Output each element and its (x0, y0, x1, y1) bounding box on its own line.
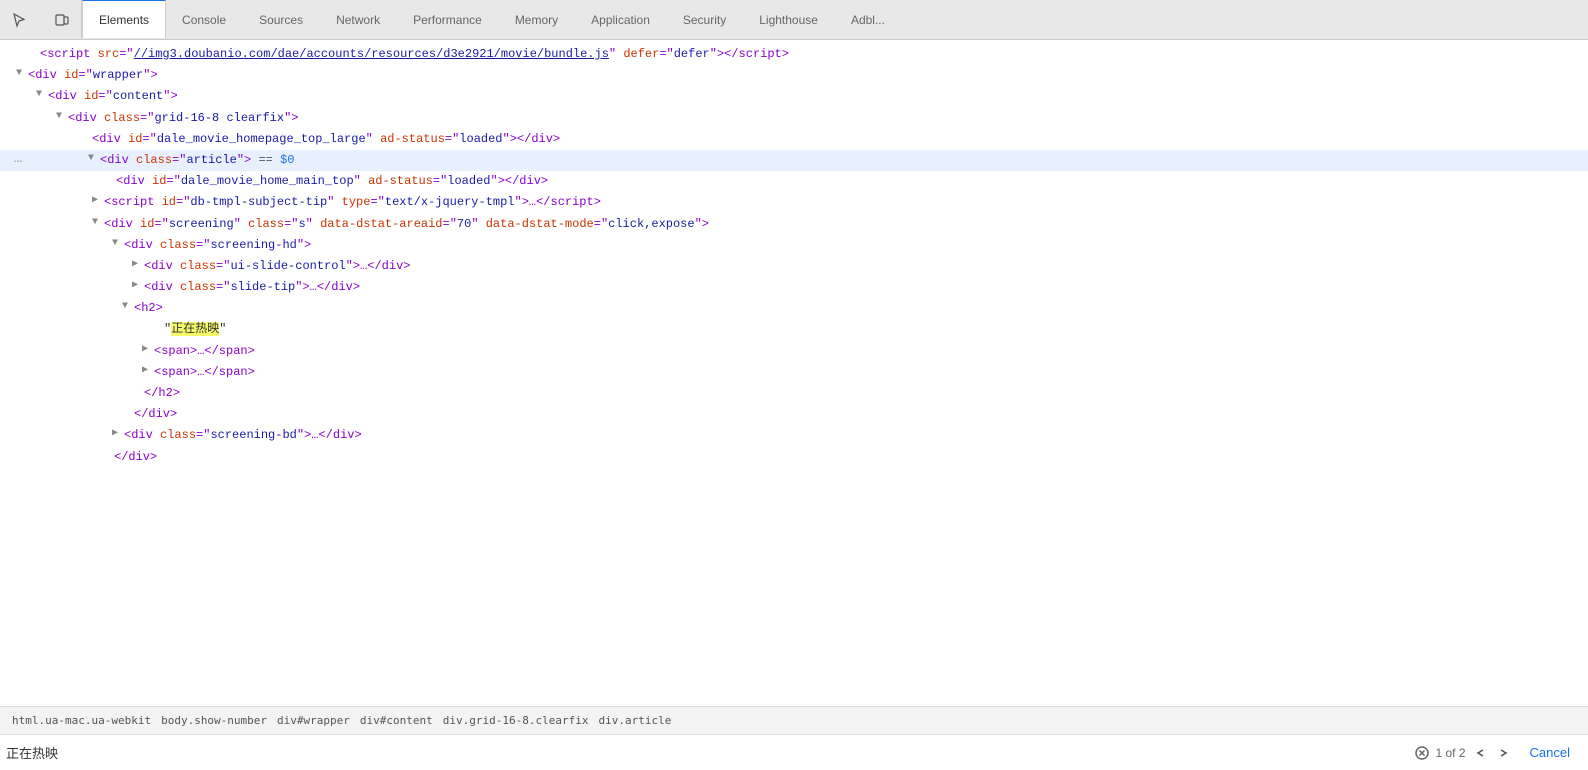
search-input[interactable] (6, 745, 1408, 760)
triangle-screening-bd[interactable] (112, 426, 124, 442)
triangle-grid[interactable] (56, 109, 68, 125)
tab-security[interactable]: Security (667, 0, 743, 39)
triangle-screening[interactable] (92, 215, 104, 231)
tab-network[interactable]: Network (320, 0, 397, 39)
breadcrumb-item-wrapper[interactable]: div#wrapper (273, 712, 354, 729)
dom-line-article: … <div class="article"> == $0 (0, 150, 1588, 171)
breadcrumb-item-body[interactable]: body.show-number (157, 712, 271, 729)
search-bar: 1 of 2 Cancel (0, 734, 1588, 770)
cursor-icon[interactable] (8, 9, 30, 31)
dom-line-ui-slide-control: <div class="ui-slide-control">…</div> (0, 256, 1588, 277)
tab-adblock[interactable]: Adbl... (835, 0, 902, 39)
triangle-span1[interactable] (142, 342, 154, 358)
highlighted-text: 正在热映 (171, 322, 219, 336)
dom-line-screening: <div id="screening" class="s" data-dstat… (0, 214, 1588, 235)
breadcrumb-item-content[interactable]: div#content (356, 712, 437, 729)
dom-tree: <script src="//img3.doubanio.com/dae/acc… (0, 40, 1588, 706)
cancel-button[interactable]: Cancel (1518, 741, 1582, 764)
dom-line-screening-bd: <div class="screening-bd">…</div> (0, 425, 1588, 446)
triangle-main-top[interactable] (104, 172, 116, 188)
triangle-script-tmpl[interactable] (92, 193, 104, 209)
script-src-link[interactable]: //img3.doubanio.com/dae/accounts/resourc… (134, 45, 609, 64)
next-match-button[interactable] (1494, 743, 1514, 763)
triangle-h2[interactable] (122, 299, 134, 315)
tab-elements[interactable]: Elements (82, 0, 166, 38)
breadcrumb-bar: html.ua-mac.ua-webkit body.show-number d… (0, 706, 1588, 734)
tab-application[interactable]: Application (575, 0, 667, 39)
dom-line-top-large: <div id="dale_movie_homepage_top_large" … (0, 129, 1588, 150)
dom-line-wrapper: <div id="wrapper"> (0, 65, 1588, 86)
triangle-span2[interactable] (142, 363, 154, 379)
dom-line-h2-close: </h2> (0, 383, 1588, 404)
breadcrumb-item-article[interactable]: div.article (594, 712, 675, 729)
dom-line-content: <div id="content"> (0, 86, 1588, 107)
dom-line-h2: <h2> (0, 298, 1588, 319)
triangle-content[interactable] (36, 87, 48, 103)
dom-line-grid: <div class="grid-16-8 clearfix"> (0, 108, 1588, 129)
triangle-script[interactable] (28, 45, 40, 61)
triangle-screening-hd[interactable] (112, 236, 124, 252)
triangle-screening-close (102, 448, 114, 464)
tab-memory[interactable]: Memory (499, 0, 575, 39)
device-icon[interactable] (51, 9, 73, 31)
triangle-article[interactable] (88, 151, 100, 167)
triangle-screening-hd-close (122, 405, 134, 421)
tab-sources[interactable]: Sources (243, 0, 320, 39)
dom-line-screening-hd: <div class="screening-hd"> (0, 235, 1588, 256)
triangle-slide-tip[interactable] (132, 278, 144, 294)
breadcrumb-item-html[interactable]: html.ua-mac.ua-webkit (8, 712, 155, 729)
triangle-ui-slide[interactable] (132, 257, 144, 273)
more-options-button[interactable]: … (8, 151, 28, 167)
tab-bar: Elements Console Sources Network Perform… (0, 0, 1588, 40)
dom-line-slide-tip: <div class="slide-tip">…</div> (0, 277, 1588, 298)
devtools-icons (0, 0, 82, 39)
breadcrumb-item-grid[interactable]: div.grid-16-8.clearfix (439, 712, 593, 729)
triangle-text-node (152, 320, 164, 336)
dom-line-screening-close: </div> (0, 447, 1588, 468)
tab-performance[interactable]: Performance (397, 0, 499, 39)
dom-line-span1: <span>…</span> (0, 341, 1588, 362)
dom-line-main-top: <div id="dale_movie_home_main_top" ad-st… (0, 171, 1588, 192)
dom-line-span2: <span>…</span> (0, 362, 1588, 383)
tab-lighthouse[interactable]: Lighthouse (743, 0, 835, 39)
dom-line-script-tmpl: <script id="db-tmpl-subject-tip" type="t… (0, 192, 1588, 213)
dom-line-screening-hd-close: </div> (0, 404, 1588, 425)
dom-line-text-zhengzai: "正在热映" (0, 319, 1588, 340)
devtools-main: <script src="//img3.doubanio.com/dae/acc… (0, 40, 1588, 770)
triangle-top-large[interactable] (80, 130, 92, 146)
dom-line-script: <script src="//img3.doubanio.com/dae/acc… (0, 44, 1588, 65)
prev-match-button[interactable] (1470, 743, 1490, 763)
triangle-h2-close (132, 384, 144, 400)
triangle-wrapper[interactable] (16, 66, 28, 82)
tab-console[interactable]: Console (166, 0, 243, 39)
search-count: 1 of 2 (1436, 746, 1466, 760)
clear-search-button[interactable] (1412, 743, 1432, 763)
